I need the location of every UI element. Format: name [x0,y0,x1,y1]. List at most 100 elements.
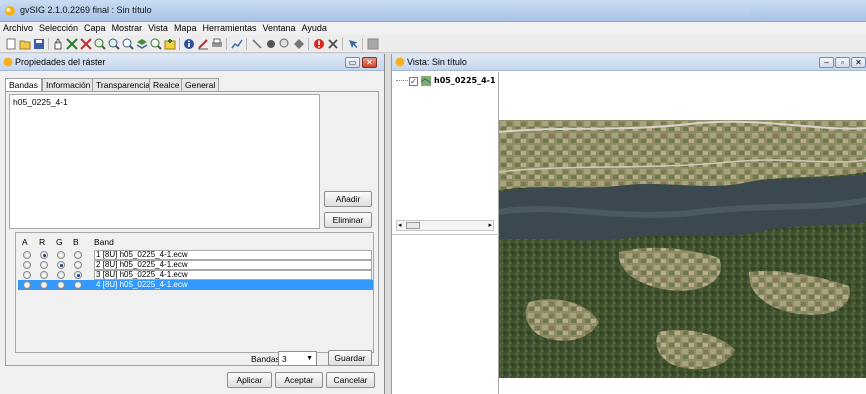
radio-r[interactable] [40,261,48,269]
layers-icon[interactable] [136,38,148,50]
radio-g[interactable] [57,281,65,289]
band-table: A R G B Band 1 [8U] h05_0225_4-1.ecw 2 [… [15,232,374,353]
scroll-left-icon[interactable]: ◂ [398,221,402,229]
radio-g[interactable] [57,261,65,269]
radio-a[interactable] [23,251,31,259]
main-toolbar [0,35,866,53]
tab-transparencia[interactable]: Transparencia [92,78,155,91]
node-icon[interactable] [293,38,305,50]
save-button[interactable]: Guardar [328,350,372,366]
radio-r[interactable] [40,271,48,279]
menu-mostrar[interactable]: Mostrar [109,22,146,33]
minimize-button[interactable]: – [819,57,834,68]
apply-button[interactable]: Aplicar [227,372,272,388]
toc-divider[interactable] [392,234,499,235]
radio-a[interactable] [23,261,31,269]
file-list[interactable]: h05_0225_4-1 [9,94,320,229]
info-icon[interactable] [183,38,195,50]
graph-icon[interactable] [231,38,243,50]
dialog-icon [3,57,13,67]
list-item[interactable]: h05_0225_4-1 [13,97,68,107]
column-header-band: Band [94,237,114,247]
toc-horizontal-scrollbar[interactable]: ◂ ▸ [396,220,494,231]
bands-count-select[interactable]: 3 ▼ [278,351,317,366]
map-canvas[interactable] [498,72,866,394]
layer-name: h05_0225_4-1 [434,76,496,85]
scroll-right-icon[interactable]: ▸ [488,221,492,229]
maximize-button[interactable]: ▫ [835,57,850,68]
view-icon [395,57,405,67]
view-window: Vista: Sin título – ▫ ✕ ✓ h05_0225_4-1 ◂… [391,54,866,394]
zoom-in-icon[interactable] [94,38,106,50]
print-icon[interactable] [211,38,223,50]
radio-a[interactable] [23,271,31,279]
zoom-select-icon[interactable] [150,38,162,50]
close-button[interactable]: ✕ [362,57,377,68]
toolbar-separator [246,38,247,50]
add-layer-icon[interactable] [164,38,176,50]
menu-herramientas[interactable]: Herramientas [199,22,259,33]
tab-realce[interactable]: Realce [149,78,184,91]
remove-button[interactable]: Eliminar [324,212,372,228]
view-title: Vista: Sin título [407,57,467,67]
band-label: 2 [8U] h05_0225_4-1.ecw [96,260,188,269]
tab-bandas[interactable]: Bandas [5,78,42,92]
menu-archivo[interactable]: Archivo [0,22,36,33]
radio-a[interactable] [23,281,31,289]
table-row[interactable]: 2 [8U] h05_0225_4-1.ecw [18,260,373,270]
toolbar-separator [342,38,343,50]
radio-b[interactable] [74,271,82,279]
table-row[interactable]: 4 [8U] h05_0225_4-1.ecw [18,280,373,290]
menu-seleccion[interactable]: Selección [36,22,81,33]
zoom-out-icon[interactable] [108,38,120,50]
tab-general[interactable]: General [181,78,220,91]
layer-visibility-checkbox[interactable]: ✓ [409,77,418,86]
gray-square-icon[interactable] [367,38,379,50]
menu-ayuda[interactable]: Ayuda [299,22,330,33]
radio-r[interactable] [40,251,48,259]
toolbar-separator [48,38,49,50]
zoom-point-icon[interactable] [279,38,291,50]
radio-b[interactable] [74,251,82,259]
restore-button[interactable]: ▭ [345,57,360,68]
cancel-button[interactable]: Cancelar [326,372,375,388]
open-folder-icon[interactable] [19,38,31,50]
tab-informacion[interactable]: Información [42,78,95,91]
menu-vista[interactable]: Vista [145,22,171,33]
radio-r[interactable] [40,281,48,289]
add-button[interactable]: Añadir [324,191,372,207]
radio-b[interactable] [74,261,82,269]
gvsig-app-icon [5,6,15,16]
table-row[interactable]: 3 [8U] h05_0225_4-1.ecw [18,270,373,280]
radio-g[interactable] [57,271,65,279]
tools-icon[interactable] [327,38,339,50]
point-icon[interactable] [265,38,277,50]
warning-icon[interactable] [313,38,325,50]
menu-mapa[interactable]: Mapa [171,22,200,33]
table-row[interactable]: 1 [8U] h05_0225_4-1.ecw [18,250,373,260]
radio-g[interactable] [57,251,65,259]
scroll-thumb[interactable] [406,222,420,229]
menu-ventana[interactable]: Ventana [259,22,298,33]
band-label: 1 [8U] h05_0225_4-1.ecw [96,250,188,259]
toolbar-separator [308,38,309,50]
save-icon[interactable] [33,38,45,50]
measure-icon[interactable] [197,38,209,50]
new-doc-icon[interactable] [5,38,17,50]
column-header-b: B [73,237,79,247]
zoom-layer-icon[interactable] [122,38,134,50]
zoom-extent-icon[interactable] [80,38,92,50]
radio-b[interactable] [74,281,82,289]
column-header-a: A [22,237,28,247]
view-titlebar[interactable]: Vista: Sin título – ▫ ✕ [392,54,866,71]
pan-hand-icon[interactable] [52,38,64,50]
table-of-contents: ✓ h05_0225_4-1 ◂ ▸ [392,72,499,394]
vertex-icon[interactable] [251,38,263,50]
zoom-full-icon[interactable] [66,38,78,50]
accept-button[interactable]: Aceptar [275,372,323,388]
raster-layer-icon [421,76,431,86]
menu-capa[interactable]: Capa [81,22,109,33]
select-tool-icon[interactable] [347,38,359,50]
dialog-titlebar[interactable]: Propiedades del ráster ▭ ✕ [0,54,384,71]
close-view-button[interactable]: ✕ [851,57,866,68]
